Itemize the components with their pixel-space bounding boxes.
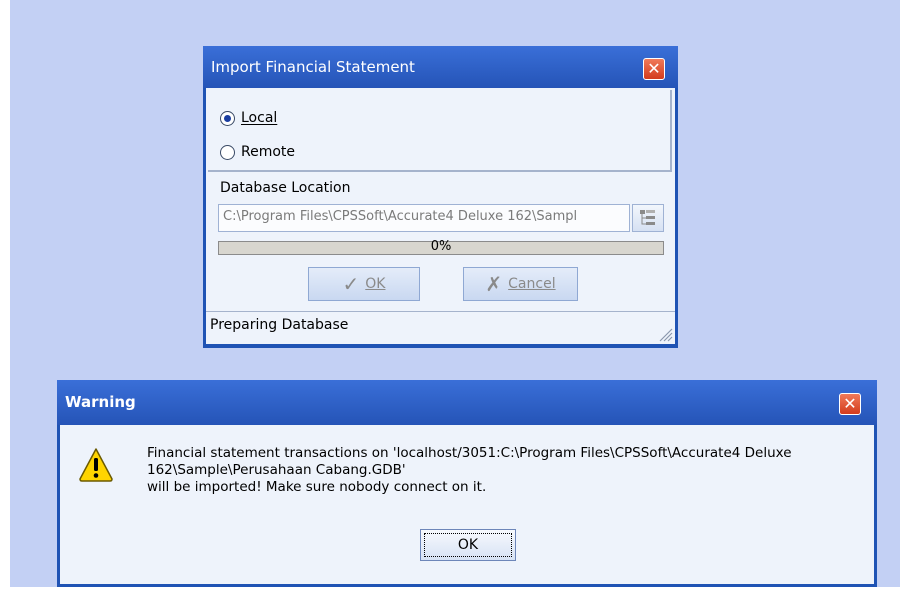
- warning-ok-focus: OK: [424, 533, 512, 557]
- warning-dialog-title: Warning: [65, 393, 136, 411]
- cancel-button[interactable]: ✗ Cancel: [463, 267, 578, 301]
- import-progress-bar: 0%: [218, 239, 664, 255]
- warning-message-line: will be imported! Make sure nobody conne…: [147, 479, 487, 495]
- warning-message-line: Financial statement transactions on 'loc…: [147, 445, 792, 461]
- radio-local-button[interactable]: [220, 110, 235, 126]
- warning-message-line: 162\Sample\Perusahaan Cabang.GDB': [147, 462, 406, 478]
- check-icon: ✓: [342, 272, 360, 296]
- warning-ok-label: OK: [457, 537, 479, 553]
- radio-local[interactable]: Local: [220, 110, 277, 126]
- warning-ok-button[interactable]: OK: [420, 529, 516, 561]
- radio-remote[interactable]: Remote: [220, 144, 295, 160]
- import-dialog-titlebar[interactable]: Import Financial Statement ✕: [203, 46, 678, 88]
- browse-button[interactable]: [632, 204, 664, 232]
- ok-button[interactable]: ✓ OK: [308, 267, 420, 301]
- close-icon[interactable]: ✕: [643, 58, 665, 80]
- cancel-button-label: Cancel: [508, 276, 556, 292]
- import-financial-statement-dialog: Import Financial Statement ✕ Local Remot…: [203, 46, 678, 348]
- source-radio-group: Local Remote: [208, 90, 672, 172]
- screen-edge-left: [0, 0, 10, 592]
- folder-tree-icon: [640, 210, 655, 225]
- status-text: Preparing Database: [210, 317, 349, 333]
- import-dialog-title: Import Financial Statement: [211, 58, 415, 76]
- warning-dialog-titlebar[interactable]: Warning ✕: [57, 380, 877, 425]
- warning-dialog: Warning ✕ Financial statement transactio…: [57, 380, 877, 587]
- progress-text: 0%: [430, 239, 452, 254]
- radio-remote-label: Remote: [241, 144, 296, 160]
- warning-dialog-body: Financial statement transactions on 'loc…: [60, 425, 874, 584]
- warning-message: Financial statement transactions on 'loc…: [147, 445, 867, 496]
- radio-remote-button[interactable]: [220, 144, 235, 160]
- ok-button-label: OK: [365, 276, 386, 292]
- database-location-label: Database Location: [220, 180, 351, 196]
- x-icon: ✗: [485, 272, 503, 296]
- status-bar-separator: [206, 311, 675, 312]
- radio-local-label: Local: [241, 110, 278, 126]
- warning-icon: [79, 448, 113, 482]
- screen-edge-bottom: [0, 587, 900, 592]
- close-icon[interactable]: ✕: [839, 393, 861, 415]
- import-dialog-body: Local Remote Database Location C:\Progra…: [206, 88, 675, 344]
- database-path-input[interactable]: C:\Program Files\CPSSoft\Accurate4 Delux…: [218, 204, 630, 232]
- resize-grip-icon[interactable]: [657, 326, 673, 342]
